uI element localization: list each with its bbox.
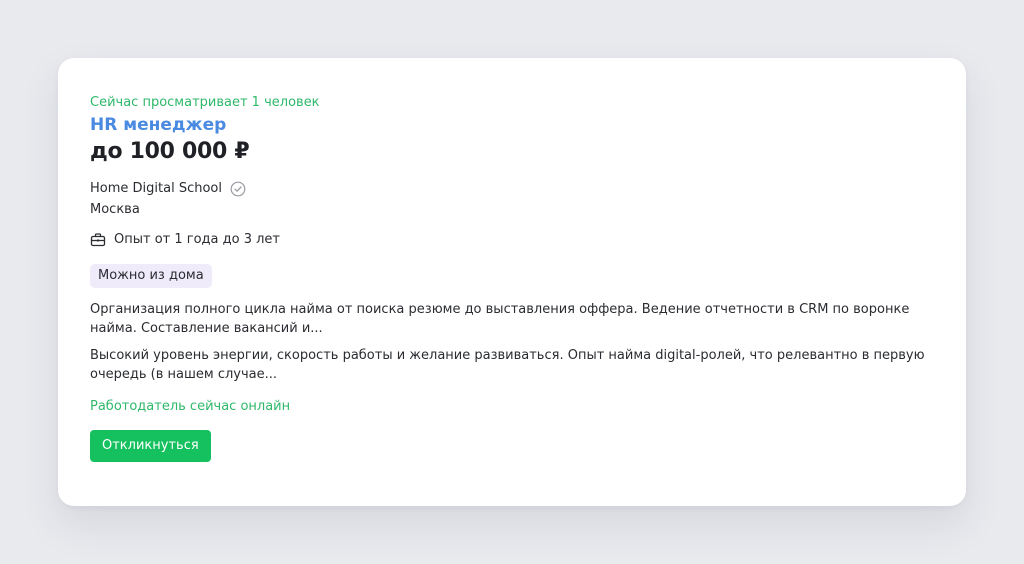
employer-online-status: Работодатель сейчас онлайн — [90, 399, 291, 414]
salary: до 100 000 ₽ — [90, 139, 250, 164]
viewers-count-text: Сейчас просматривает 1 человек — [90, 95, 320, 110]
remote-work-tag: Можно из дома — [90, 264, 212, 288]
check-circle-icon — [230, 181, 246, 197]
experience-row: Опыт от 1 года до 3 лет — [90, 230, 934, 250]
company-row: Home Digital School — [90, 179, 934, 199]
city: Москва — [90, 202, 140, 217]
description-responsibilities: Организация полного цикла найма от поиск… — [90, 302, 910, 336]
description-requirements: Высокий уровень энергии, скорость работы… — [90, 348, 925, 382]
vacancy-title-link[interactable]: HR менеджер — [90, 113, 226, 137]
company-name-link[interactable]: Home Digital School — [90, 179, 222, 199]
vacancy-card: Сейчас просматривает 1 человек HR менедж… — [58, 58, 966, 506]
briefcase-icon — [90, 232, 106, 248]
experience-text: Опыт от 1 года до 3 лет — [114, 232, 280, 247]
respond-button[interactable]: Откликнуться — [90, 430, 211, 462]
